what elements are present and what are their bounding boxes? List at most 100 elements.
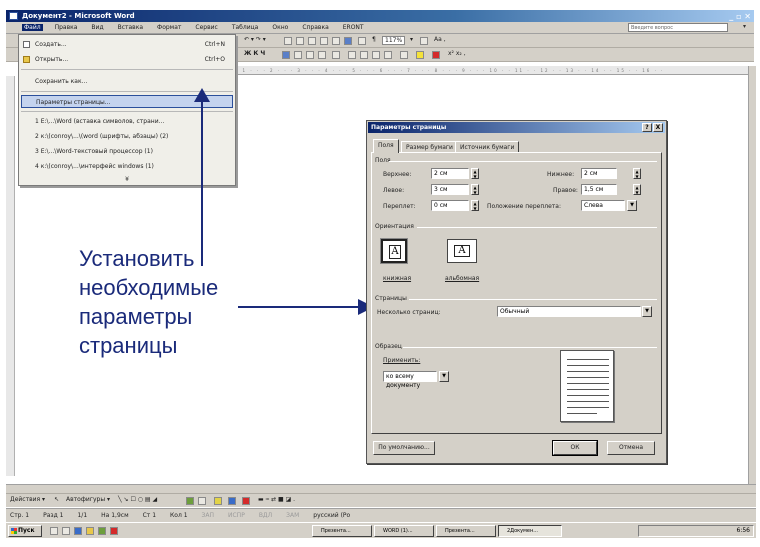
line-spacing-icon[interactable] — [332, 51, 340, 59]
menu-eront[interactable]: ERONT — [341, 24, 366, 31]
show-formatting-icon[interactable]: ¶ — [372, 36, 376, 43]
align-center-icon[interactable] — [294, 51, 302, 59]
help-question-input[interactable]: Введите вопрос — [628, 23, 728, 32]
quicklaunch-icon[interactable] — [50, 527, 58, 535]
superscript-subscript-icon[interactable]: x² x₂ , — [448, 50, 466, 57]
line-style-icons[interactable]: ▬ ┅ ⇄ ■ ◪ . — [258, 496, 295, 503]
clipart-icon[interactable] — [186, 497, 194, 505]
system-tray-clock: 6:56 — [638, 525, 754, 537]
multiple-pages-dropdown-icon[interactable]: ▼ — [642, 306, 652, 317]
dialog-close-button[interactable]: X — [653, 123, 663, 132]
status-mode-ext[interactable]: ВДЛ — [259, 512, 272, 519]
autoshapes-button[interactable]: Автофигуры ▾ — [66, 496, 110, 503]
help-close-icon[interactable]: ▾ — [743, 23, 746, 30]
bullets-icon[interactable] — [360, 51, 368, 59]
multiple-pages-select[interactable]: Обычный — [497, 306, 641, 317]
status-mode-ovr[interactable]: ЗАМ — [286, 512, 299, 519]
gutter-position-label: Положение переплета: — [487, 203, 561, 210]
line-arrow-shape-icons[interactable]: ╲ ↘ ☐ ○ ▤ ◢ — [118, 496, 157, 503]
borders-icon[interactable] — [400, 51, 408, 59]
insert-table-icon[interactable] — [308, 37, 316, 45]
bottom-margin-spinner[interactable]: ▲ ▼ — [633, 168, 641, 179]
numbering-icon[interactable] — [348, 51, 356, 59]
insert-excel-icon[interactable] — [320, 37, 328, 45]
gutter-position-dropdown-icon[interactable]: ▼ — [627, 200, 637, 211]
menu-help[interactable]: Справка — [300, 24, 330, 31]
decrease-indent-icon[interactable] — [372, 51, 380, 59]
increase-indent-icon[interactable] — [384, 51, 392, 59]
drawing-icon[interactable] — [344, 37, 352, 45]
multiple-pages-label: Несколько страниц: — [377, 309, 441, 316]
dialog-help-button[interactable]: ? — [642, 123, 652, 132]
horizontal-ruler[interactable]: · 1 · · · 2 · · · 3 · · · 4 · · · 5 · · … — [236, 66, 754, 75]
tab-margins[interactable]: Поля — [373, 139, 399, 153]
gutter-spinner[interactable]: ▲ ▼ — [471, 200, 479, 211]
group-divider — [417, 227, 657, 228]
document-map-icon[interactable] — [358, 37, 366, 45]
menu-item-new[interactable]: Создать... Ctrl+N — [21, 38, 233, 51]
landscape-orientation-button[interactable]: A — [447, 239, 477, 263]
bottom-margin-input[interactable]: 2 см — [581, 168, 617, 179]
taskbar-item-word-folder[interactable]: WORD (1)... — [374, 525, 434, 537]
status-mode-track[interactable]: ИСПР — [228, 512, 245, 519]
menu-format[interactable]: Формат — [155, 24, 183, 31]
quicklaunch-icon[interactable] — [98, 527, 106, 535]
apply-to-select[interactable]: ко всему документу — [383, 371, 437, 389]
portrait-orientation-button[interactable]: A — [381, 239, 407, 263]
menu-file[interactable]: Файл — [22, 24, 43, 31]
menu-view[interactable]: Вид — [89, 24, 105, 31]
read-icon[interactable]: Aa , — [434, 36, 446, 43]
menu-window[interactable]: Окно — [270, 24, 290, 31]
top-margin-input[interactable]: 2 см — [431, 168, 469, 179]
menu-table[interactable]: Таблица — [230, 24, 261, 31]
status-mode-rec[interactable]: ЗАП — [202, 512, 214, 519]
menu-insert[interactable]: Вставка — [116, 24, 145, 31]
right-margin-input[interactable]: 1,5 см — [581, 184, 617, 195]
top-margin-spinner[interactable]: ▲ ▼ — [471, 168, 479, 179]
draw-actions-button[interactable]: Действия ▾ — [10, 496, 45, 503]
dialog-title-bar: Параметры страницы ? X — [368, 122, 665, 133]
horizontal-scrollbar[interactable] — [6, 484, 756, 493]
taskbar-item-document2[interactable]: 2Докумен... — [498, 525, 562, 537]
quicklaunch-icon[interactable] — [110, 527, 118, 535]
bold-italic-underline-buttons[interactable]: Ж К Ч — [244, 50, 265, 57]
menu-tools[interactable]: Сервис — [193, 24, 219, 31]
hyperlink-icon[interactable] — [284, 37, 292, 45]
ok-button[interactable]: ОК — [552, 440, 598, 456]
fill-color-icon[interactable] — [214, 497, 222, 505]
default-button[interactable]: По умолчанию... — [373, 441, 435, 455]
tables-borders-icon[interactable] — [296, 37, 304, 45]
quicklaunch-icon[interactable] — [86, 527, 94, 535]
zoom-select[interactable]: 117% — [382, 36, 406, 45]
quicklaunch-icon[interactable] — [62, 527, 70, 535]
insert-picture-icon[interactable] — [198, 497, 206, 505]
font-color-icon[interactable] — [432, 51, 440, 59]
vertical-scrollbar[interactable] — [748, 66, 756, 484]
undo-redo-buttons[interactable]: ↶ ▾ ↷ ▾ — [244, 36, 266, 43]
align-left-icon[interactable] — [282, 51, 290, 59]
vertical-ruler[interactable] — [6, 76, 15, 476]
quicklaunch-icon[interactable] — [74, 527, 82, 535]
highlight-icon[interactable] — [416, 51, 424, 59]
right-margin-spinner[interactable]: ▲ ▼ — [633, 184, 641, 195]
line-color-icon[interactable] — [228, 497, 236, 505]
gutter-position-select[interactable]: Слева — [581, 200, 625, 211]
left-margin-input[interactable]: 3 см — [431, 184, 469, 195]
taskbar-item-presentation-2[interactable]: Презента... — [436, 525, 496, 537]
select-objects-icon[interactable]: ↖ — [54, 496, 59, 503]
start-button[interactable]: Пуск — [8, 525, 42, 537]
help-icon[interactable] — [420, 37, 428, 45]
menu-item-save-as[interactable]: Сохранить как... — [21, 75, 233, 88]
gutter-input[interactable]: 0 см — [431, 200, 469, 211]
justify-icon[interactable] — [318, 51, 326, 59]
columns-icon[interactable] — [332, 37, 340, 45]
menu-item-open[interactable]: Открыть... Ctrl+O — [21, 53, 233, 66]
left-margin-spinner[interactable]: ▲ ▼ — [471, 184, 479, 195]
font-color-draw-icon[interactable] — [242, 497, 250, 505]
zoom-dropdown-arrow-icon[interactable]: ▾ — [410, 36, 413, 43]
menu-edit[interactable]: Правка — [53, 24, 80, 31]
cancel-button[interactable]: Отмена — [607, 441, 655, 455]
align-right-icon[interactable] — [306, 51, 314, 59]
taskbar-item-presentation[interactable]: Презента... — [312, 525, 372, 537]
apply-to-dropdown-icon[interactable]: ▼ — [439, 371, 449, 382]
